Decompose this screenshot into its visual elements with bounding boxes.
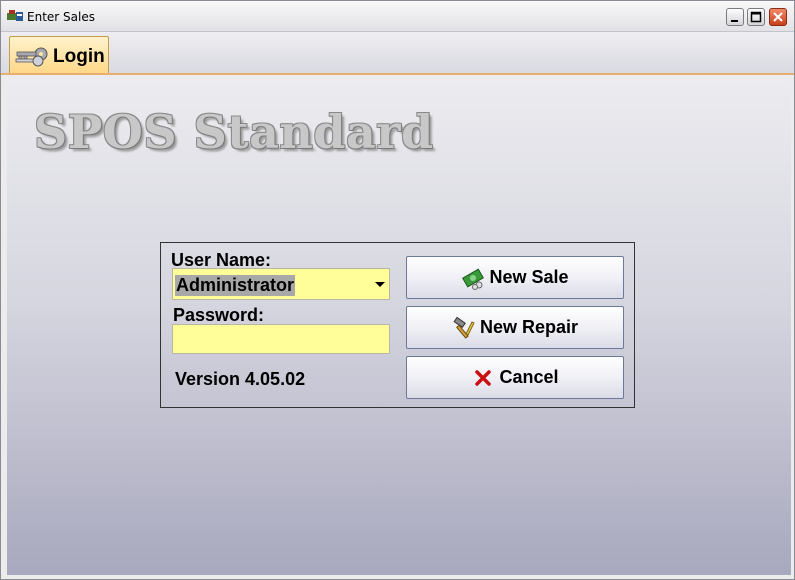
- username-select[interactable]: Administrator: [172, 268, 390, 300]
- close-button[interactable]: [769, 8, 787, 26]
- new-sale-button[interactable]: New Sale: [406, 256, 624, 299]
- new-repair-label: New Repair: [479, 317, 579, 337]
- tab-login[interactable]: Login: [9, 36, 109, 73]
- tab-login-label: Login: [53, 46, 105, 67]
- minimize-icon: [731, 20, 738, 22]
- login-page: SPOS Standard User Name: Administrator P…: [7, 75, 791, 575]
- app-title: SPOS Standard: [34, 105, 434, 159]
- chevron-down-icon[interactable]: [375, 282, 385, 287]
- cancel-button[interactable]: Cancel: [406, 356, 624, 399]
- title-bar[interactable]: Enter Sales: [1, 1, 794, 32]
- close-icon: [773, 12, 783, 22]
- maximize-icon: [750, 11, 762, 23]
- app-icon: [7, 10, 23, 21]
- new-repair-button[interactable]: New Repair: [406, 306, 624, 349]
- tab-strip: Login: [1, 32, 794, 75]
- cancel-label: Cancel: [499, 367, 559, 387]
- version-text: Version 4.05.02: [175, 369, 306, 389]
- login-panel: User Name: Administrator Password: Versi…: [160, 242, 635, 408]
- hammer-icon: [453, 316, 475, 339]
- keys-icon: [15, 47, 48, 67]
- password-field[interactable]: [172, 324, 390, 354]
- cancel-x-icon: [475, 369, 492, 386]
- password-label: Password:: [173, 305, 265, 325]
- minimize-button[interactable]: [726, 8, 744, 26]
- maximize-button[interactable]: [747, 8, 765, 26]
- window-title: Enter Sales: [27, 10, 95, 24]
- new-sale-label: New Sale: [489, 267, 569, 287]
- enter-sales-window: Enter Sales Login SPOS Standard User Nam…: [0, 0, 795, 580]
- money-icon: [462, 267, 485, 290]
- username-value: Administrator: [175, 275, 296, 296]
